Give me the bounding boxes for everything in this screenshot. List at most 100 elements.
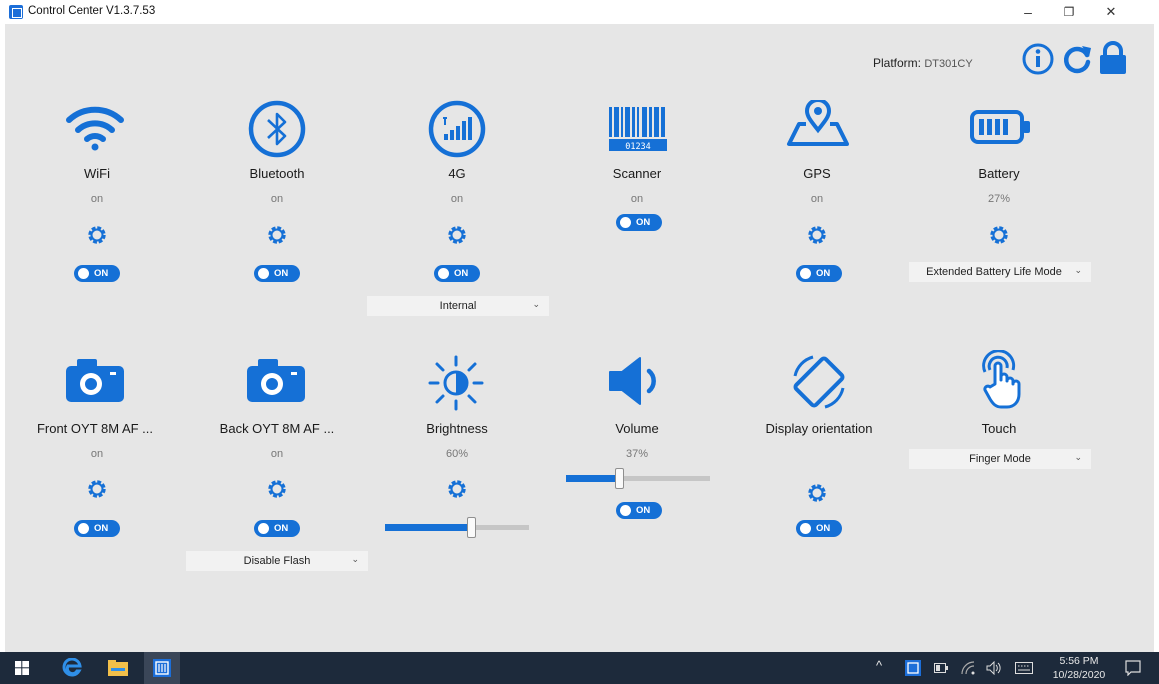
bluetooth-settings-gear-icon[interactable] [266, 224, 288, 246]
chevron-down-icon: ⌄ [351, 554, 359, 564]
dropdown-value: Disable Flash [243, 555, 311, 567]
volume-toggle[interactable]: ON [616, 502, 662, 519]
front-camera-status: on [90, 448, 104, 460]
clock-time[interactable]: 5:56 PM [1050, 655, 1108, 667]
front-camera-label: Front OYT 8M AF ... [36, 421, 154, 436]
dropdown-value: Extended Battery Life Mode [926, 266, 1062, 278]
brightness-settings-gear-icon[interactable] [446, 478, 468, 500]
bluetooth-toggle[interactable]: ON [254, 265, 300, 282]
control-center-tray-icon[interactable] [905, 660, 921, 676]
notifications-icon[interactable] [1125, 660, 1141, 676]
title-bar: Control Center V1.3.7.53 – ❐ ✕ [0, 0, 1159, 24]
slider-thumb[interactable] [467, 517, 476, 538]
toggle-label: ON [454, 268, 469, 279]
speaker-icon [609, 357, 656, 405]
sim-select-dropdown[interactable]: Internal ⌄ [367, 296, 549, 316]
battery-tray-icon[interactable] [934, 663, 948, 673]
platform-label: Platform: [873, 56, 922, 70]
app-icon [9, 5, 23, 19]
cellular-toggle[interactable]: ON [434, 265, 480, 282]
back-camera-status: on [270, 448, 284, 460]
wifi-settings-gear-icon[interactable] [86, 224, 108, 246]
wifi-status: on [90, 193, 104, 205]
front-camera-toggle[interactable]: ON [74, 520, 120, 537]
volume-slider[interactable] [566, 468, 710, 489]
control-center-taskbar-button[interactable] [144, 652, 180, 684]
toggle-label: ON [274, 523, 289, 534]
touch-finger-icon [982, 350, 1021, 409]
battery-mode-dropdown[interactable]: Extended Battery Life Mode ⌄ [909, 262, 1091, 282]
battery-settings-gear-icon[interactable] [988, 224, 1010, 246]
toggle-knob [78, 268, 89, 279]
wifi-icon [66, 106, 124, 151]
close-button[interactable]: ✕ [1096, 2, 1126, 22]
orientation-toggle[interactable]: ON [796, 520, 842, 537]
rotate-screen-icon [793, 355, 845, 409]
touch-mode-dropdown[interactable]: Finger Mode ⌄ [909, 449, 1091, 469]
gps-settings-gear-icon[interactable] [806, 224, 828, 246]
bluetooth-status: on [270, 193, 284, 205]
window-title: Control Center V1.3.7.53 [28, 5, 156, 17]
battery-icon [970, 110, 1030, 144]
network-tray-icon[interactable] [961, 661, 975, 675]
cellular-signal-icon [428, 100, 486, 158]
toggle-label: ON [274, 268, 289, 279]
gps-toggle[interactable]: ON [796, 265, 842, 282]
slider-fill [566, 475, 619, 482]
gps-label: GPS [803, 166, 831, 181]
clock-date[interactable]: 10/28/2020 [1050, 669, 1108, 681]
dropdown-value: Finger Mode [969, 453, 1031, 465]
back-camera-toggle[interactable]: ON [254, 520, 300, 537]
control-center-app-icon [153, 659, 171, 677]
orientation-settings-gear-icon[interactable] [806, 482, 828, 504]
brightness-slider[interactable] [385, 517, 529, 538]
minimize-button[interactable]: – [1013, 2, 1043, 22]
wifi-label: WiFi [84, 166, 110, 181]
barcode-scanner-icon: 01234 [609, 107, 667, 151]
back-camera-label: Back OYT 8M AF ... [219, 421, 335, 436]
edge-browser-icon[interactable] [62, 658, 82, 678]
tray-overflow-chevron[interactable]: ^ [876, 658, 882, 673]
lock-icon[interactable] [1096, 40, 1130, 76]
file-explorer-icon[interactable] [108, 660, 128, 676]
toggle-label: ON [816, 268, 831, 279]
slider-thumb[interactable] [615, 468, 624, 489]
windows-start-icon[interactable] [15, 661, 29, 675]
gps-location-icon [787, 100, 849, 146]
dropdown-value: Internal [439, 300, 477, 312]
chevron-down-icon: ⌄ [1074, 452, 1082, 462]
toggle-knob [800, 268, 811, 279]
touch-label: Touch [981, 421, 1017, 436]
scanner-toggle[interactable]: ON [616, 214, 662, 231]
brightness-status: 60% [445, 448, 469, 460]
toggle-label: ON [636, 217, 651, 228]
orientation-label: Display orientation [765, 421, 873, 436]
flash-mode-dropdown[interactable]: Disable Flash ⌄ [186, 551, 368, 571]
wifi-toggle[interactable]: ON [74, 265, 120, 282]
platform-info: Platform: DT301CY [873, 56, 973, 70]
toggle-knob [258, 268, 269, 279]
volume-tray-icon[interactable] [986, 661, 1002, 675]
platform-value: DT301CY [924, 58, 973, 70]
volume-status: 37% [625, 448, 649, 460]
keyboard-tray-icon[interactable] [1015, 662, 1033, 674]
bluetooth-icon [248, 100, 306, 158]
info-icon[interactable] [1021, 42, 1055, 76]
taskbar: ^ 5:56 PM 10/28/2020 [0, 652, 1159, 684]
cellular-label: 4G [448, 166, 466, 181]
scanner-label: Scanner [612, 166, 662, 181]
camera-icon [66, 359, 124, 402]
toggle-label: ON [636, 505, 651, 516]
toggle-knob [620, 217, 631, 228]
back-camera-settings-gear-icon[interactable] [266, 478, 288, 500]
restore-button[interactable]: ❐ [1054, 2, 1084, 22]
gps-status: on [810, 193, 824, 205]
toggle-knob [620, 505, 631, 516]
chevron-down-icon: ⌄ [532, 299, 540, 309]
front-camera-settings-gear-icon[interactable] [86, 478, 108, 500]
slider-fill [385, 524, 471, 531]
cellular-settings-gear-icon[interactable] [446, 224, 468, 246]
refresh-icon[interactable] [1060, 42, 1094, 76]
toggle-label: ON [94, 523, 109, 534]
camera-icon [247, 359, 305, 402]
